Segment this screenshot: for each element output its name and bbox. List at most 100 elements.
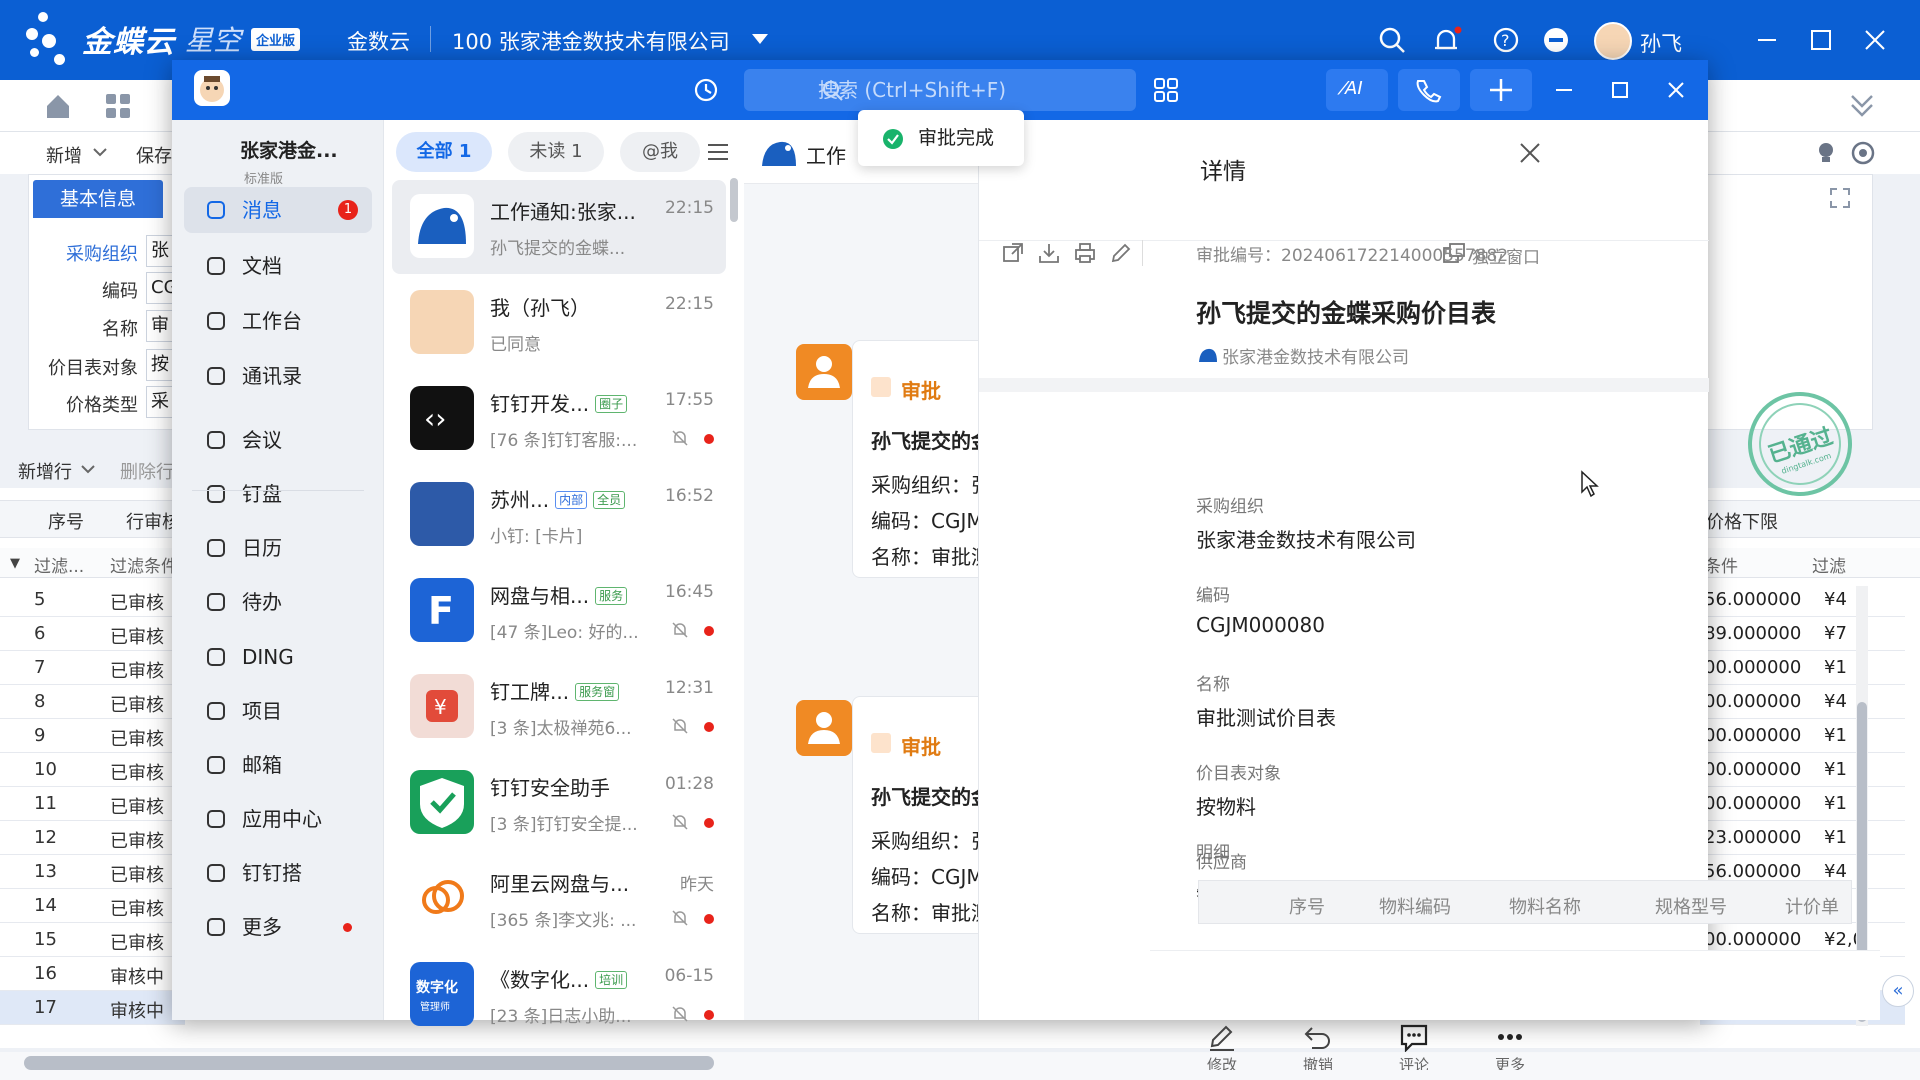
table-row[interactable]: 16 审核中 [0, 957, 185, 991]
revoke-action[interactable]: 撤销 [1288, 1022, 1348, 1070]
filter-input-amount[interactable]: 过滤 [1812, 552, 1846, 577]
maximize-icon[interactable] [1806, 26, 1836, 54]
chevron-down-double-icon[interactable] [1846, 90, 1878, 120]
conversation-item[interactable]: ‹› 钉钉开发... 圈子 [76 条]钉钉客服:... 17:55 [392, 372, 726, 466]
minimize-icon[interactable] [1550, 76, 1578, 104]
fullscreen-icon[interactable] [1829, 187, 1851, 209]
conversation-item[interactable]: 钉钉安全助手 [3 条]钉钉安全提... 01:28 [392, 756, 726, 850]
sidebar-item-messages[interactable]: 消息 1 [184, 187, 372, 233]
sidebar-item-calendar[interactable]: 日历 [184, 525, 372, 571]
help-icon[interactable]: ? [1492, 26, 1520, 54]
table-row-right[interactable]: 00.000000 ¥1 [1700, 719, 1905, 753]
add-button[interactable] [1470, 69, 1532, 111]
save-button[interactable]: 保存 [136, 142, 172, 168]
close-detail-icon[interactable] [1517, 140, 1543, 166]
table-row-right[interactable]: 56.000000 ¥4 [1700, 583, 1905, 617]
edit-action[interactable]: 修改 [1192, 1022, 1252, 1070]
caret-down-icon[interactable] [752, 34, 768, 44]
avatar[interactable] [1594, 22, 1632, 60]
collapse-panel-icon[interactable]: « [1882, 975, 1914, 1007]
sidebar-item-mail[interactable]: 邮箱 [184, 742, 372, 788]
open-external-icon[interactable] [1002, 242, 1024, 264]
minus-circle-icon[interactable] [1542, 26, 1570, 54]
conversation-item[interactable]: F 网盘与相... 服务 [47 条]Leo: 好的... 16:45 [392, 564, 726, 658]
sidebar-item-docs[interactable]: 文档 [184, 243, 372, 289]
tab-basic-info[interactable]: 基本信息 [33, 180, 163, 218]
conversation-item[interactable]: 阿里云网盘与... [365 条]李文兆: ... 昨天 [392, 852, 726, 946]
company-selector[interactable]: 100 张家港金数技术有限公司 [452, 26, 730, 56]
sidebar-item-contacts[interactable]: 通讯录 [184, 353, 372, 399]
sidebar-item-todo[interactable]: 待办 [184, 579, 372, 625]
user-name[interactable]: 孙飞 [1640, 28, 1682, 58]
conversation-item[interactable]: 数字化 管理师 《数字化... 培训 [23 条]日志小助... 06-15 [392, 948, 726, 1042]
sidebar-item-more[interactable]: 更多 [184, 904, 372, 950]
apps-grid-icon[interactable] [104, 92, 132, 120]
lightbulb-icon[interactable] [1814, 140, 1838, 166]
sidebar-item-ding[interactable]: DING [184, 634, 372, 680]
col-price-lower[interactable]: 价格下限 [1706, 508, 1778, 534]
list-menu-icon[interactable] [706, 140, 730, 164]
table-row[interactable]: 9 已审核 [0, 719, 185, 753]
sidebar-item-project[interactable]: 项目 [184, 688, 372, 734]
table-row[interactable]: 8 已审核 [0, 685, 185, 719]
table-row[interactable]: 11 已审核 [0, 787, 185, 821]
table-row-right[interactable]: 00.000000 ¥1 [1700, 651, 1905, 685]
conversation-item[interactable]: ¥ 钉工牌... 服务窗 [3 条]太极禅苑6... 12:31 [392, 660, 726, 754]
table-row[interactable]: 6 已审核 [0, 617, 185, 651]
bell-icon[interactable] [1432, 26, 1462, 54]
filter-input-status[interactable]: 过滤条件 [110, 552, 178, 577]
profile-avatar[interactable] [194, 70, 230, 106]
list-scrollbar[interactable] [730, 178, 738, 222]
filter-tab-unread[interactable]: 未读 1 [508, 132, 604, 172]
sidebar-item-dingda[interactable]: 钉钉搭 [184, 850, 372, 896]
search-icon[interactable] [1378, 26, 1406, 54]
filter-input-seq[interactable]: 过滤... [34, 552, 84, 577]
table-row[interactable]: 12 已审核 [0, 821, 185, 855]
sidebar-item-meeting[interactable]: 会议 [184, 417, 372, 463]
conversation-item[interactable]: 苏州... 内部 全员 小钉: [卡片] 16:52 [392, 468, 726, 562]
sidebar-item-app-center[interactable]: 应用中心 [184, 796, 372, 842]
table-row[interactable]: 13 已审核 [0, 855, 185, 889]
filter-tab-all[interactable]: 全部 1 [396, 132, 492, 172]
filter-tab-mentions[interactable]: @我 [620, 132, 700, 172]
table-row[interactable]: 17 审核中 [0, 991, 185, 1025]
table-row-right[interactable]: 00.000000 ¥1 [1700, 753, 1905, 787]
history-icon[interactable] [692, 76, 720, 104]
col-seq[interactable]: 序号 [48, 508, 84, 534]
edit-icon[interactable] [1110, 242, 1132, 264]
conversation-item[interactable]: 我（孙飞） 已同意 22:15 [392, 276, 726, 370]
org-name[interactable]: 张家港金... [240, 136, 338, 163]
sidebar-item-drive[interactable]: 钉盘 [184, 471, 372, 517]
comment-action[interactable]: 评论 [1384, 1022, 1444, 1070]
table-row-right[interactable]: 00.000000 ¥1 [1700, 787, 1905, 821]
table-row[interactable]: 10 已审核 [0, 753, 185, 787]
table-row[interactable]: 7 已审核 [0, 651, 185, 685]
table-row-right[interactable]: 23.000000 ¥1 [1700, 821, 1905, 855]
close-icon[interactable] [1860, 26, 1890, 54]
print-icon[interactable] [1074, 242, 1096, 264]
table-row[interactable]: 14 已审核 [0, 889, 185, 923]
table-row-right[interactable]: 00.000000 ¥4 [1700, 685, 1905, 719]
search-input[interactable]: 搜索 (Ctrl+Shift+F) [744, 69, 1136, 111]
delete-row-button[interactable]: 删除行 [120, 458, 174, 484]
new-button[interactable]: 新增 [46, 142, 82, 168]
download-icon[interactable] [1038, 242, 1060, 264]
table-row[interactable]: 15 已审核 [0, 923, 185, 957]
ai-assistant-button[interactable]: ⁄AI [1326, 69, 1388, 111]
filter-icon[interactable]: ▼ [10, 556, 20, 571]
jinshuyun-link[interactable]: 金数云 [347, 26, 410, 56]
filter-input-price[interactable]: 条件 [1704, 552, 1738, 577]
home-icon[interactable] [44, 92, 72, 120]
sidebar-item-workbench[interactable]: 工作台 [184, 298, 372, 344]
maximize-icon[interactable] [1606, 76, 1634, 104]
settings-icon[interactable] [1850, 140, 1876, 166]
call-button[interactable] [1398, 69, 1460, 111]
minimize-icon[interactable] [1752, 26, 1782, 54]
close-icon[interactable] [1662, 76, 1690, 104]
table-row[interactable]: 5 已审核 [0, 583, 185, 617]
chevron-down-icon[interactable] [92, 144, 108, 160]
conversation-item[interactable]: 工作通知:张家... 孙飞提交的金蝶... 22:15 [392, 180, 726, 274]
more-action[interactable]: 更多 [1480, 1022, 1540, 1070]
table-row-right[interactable]: 89.000000 ¥7 [1700, 617, 1905, 651]
mini-apps-icon[interactable] [1152, 76, 1180, 104]
